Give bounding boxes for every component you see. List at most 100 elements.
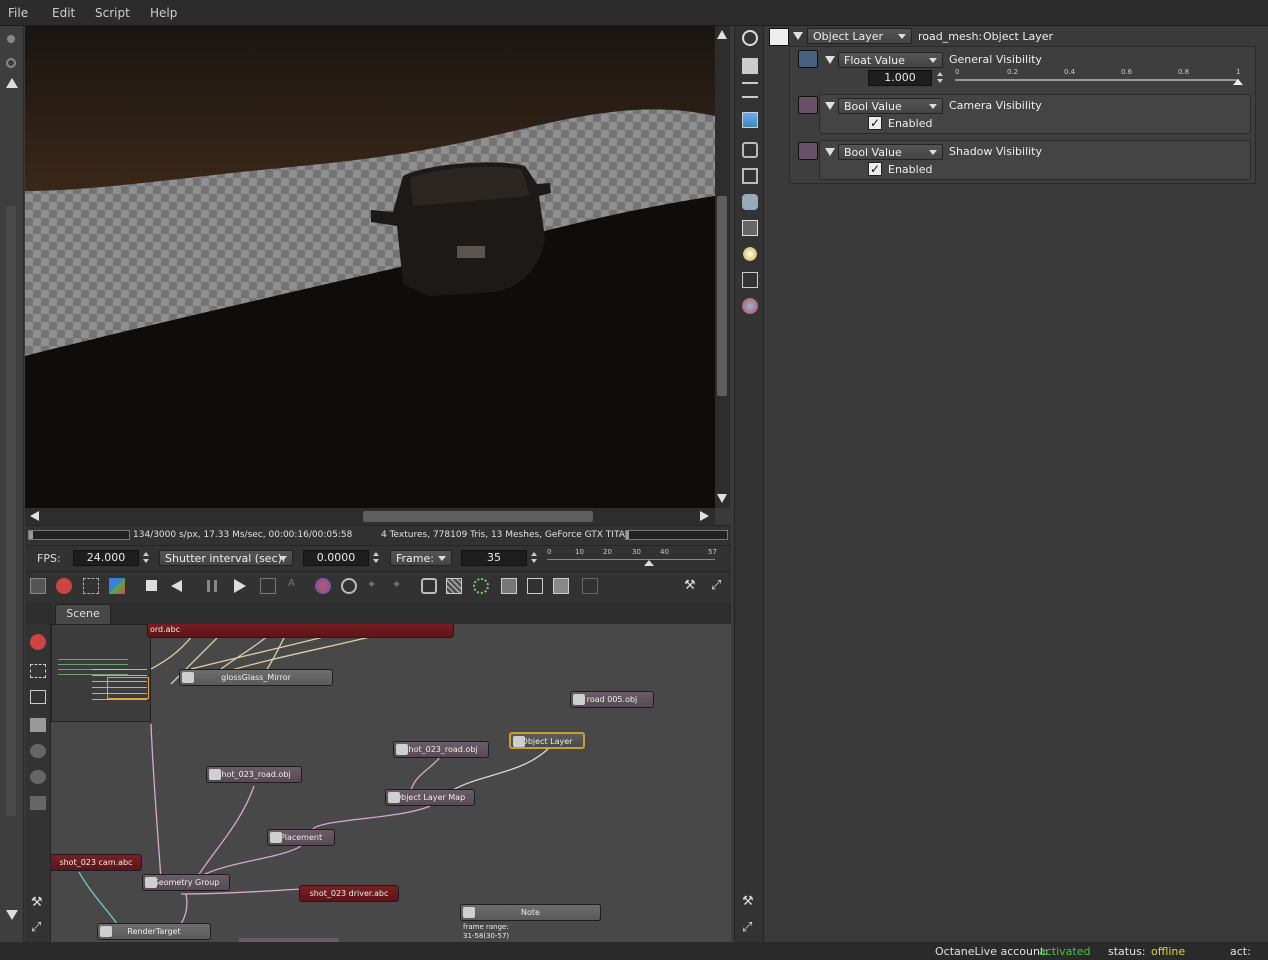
node-icon-2[interactable] (30, 770, 46, 784)
stack-icon[interactable] (742, 82, 758, 98)
region-icon[interactable] (83, 578, 99, 594)
color-picker-icon[interactable] (315, 578, 331, 594)
material-icon-side[interactable] (742, 298, 758, 314)
general-visibility-slider[interactable]: 0 0.2 0.4 0.6 0.8 1 (955, 68, 1243, 88)
shutter-interval-dropdown[interactable]: Shutter interval (sec): (159, 550, 293, 566)
cube-icon[interactable] (109, 578, 125, 594)
scroll-left-icon[interactable] (30, 511, 39, 521)
scroll-thumb[interactable] (717, 196, 727, 396)
picture-icon[interactable] (742, 220, 758, 236)
graph-minimap[interactable] (51, 624, 151, 722)
node-render-target[interactable]: RenderTarget (97, 923, 211, 940)
af-icon[interactable]: A (288, 578, 304, 594)
node-driver-abc[interactable]: shot_023 driver.abc (299, 885, 399, 902)
node-icon-3[interactable] (30, 796, 46, 810)
node-object-layer-map[interactable]: Object Layer Map (385, 789, 475, 806)
general-visibility-spinner-down-icon[interactable] (937, 79, 943, 83)
frame-input[interactable]: 35 (461, 550, 527, 566)
menu-script[interactable]: Script (95, 6, 130, 20)
param3-type-dropdown[interactable]: Bool Value (838, 144, 943, 160)
render-priority-icon[interactable] (473, 578, 489, 594)
monitor-icon[interactable] (260, 578, 276, 594)
fps-input[interactable]: 24.000 (73, 550, 139, 566)
left-scrollbar[interactable] (6, 206, 16, 816)
viewport-vertical-scrollbar[interactable] (715, 26, 730, 508)
cancel-render-icon[interactable] (56, 578, 72, 594)
transform-icon[interactable] (742, 272, 758, 288)
settings-grid-icon[interactable] (553, 578, 569, 594)
stop-icon[interactable] (146, 580, 157, 591)
shutter-value-input[interactable]: 0.0000 (303, 550, 369, 566)
lock-icon[interactable] (582, 578, 598, 594)
node-cam-abc[interactable]: shot_023 cam.abc (51, 854, 142, 871)
node-glossy-mirror[interactable]: glossGlass_Mirror (179, 669, 333, 686)
fps-spinner-icon[interactable] (143, 552, 149, 556)
menu-edit[interactable]: Edit (52, 6, 75, 20)
node-placement[interactable]: Placement (267, 829, 335, 846)
minimap-viewport[interactable] (107, 677, 149, 699)
fps-spinner-down-icon[interactable] (143, 559, 149, 563)
pin-icon[interactable] (7, 35, 15, 43)
scroll-down-icon[interactable] (717, 494, 727, 503)
restart-icon[interactable] (171, 580, 182, 592)
layers-icon[interactable] (742, 58, 758, 74)
image-icon[interactable] (742, 112, 758, 128)
general-visibility-spinner-icon[interactable] (937, 72, 943, 76)
scroll-up-icon[interactable] (717, 30, 727, 39)
rearrange-icon[interactable] (30, 664, 46, 678)
menu-help[interactable]: Help (150, 6, 177, 20)
slider-thumb[interactable] (1233, 79, 1243, 85)
scroll-down-arrow-icon[interactable] (6, 910, 18, 920)
param2-triangle-icon[interactable] (825, 102, 835, 110)
scroll-thumb-h[interactable] (363, 511, 593, 522)
copy-icon[interactable] (501, 578, 517, 594)
render-viewport[interactable] (25, 26, 715, 508)
scroll-right-icon[interactable] (700, 511, 709, 521)
shutter-spinner-down-icon[interactable] (373, 559, 379, 563)
pause-icon[interactable] (207, 580, 217, 592)
focus-picker-icon[interactable]: ✦ (367, 578, 383, 594)
wrench-icon[interactable]: ⚒ (684, 578, 700, 594)
alpha-channel-icon[interactable] (446, 578, 462, 594)
param1-triangle-icon[interactable] (825, 56, 835, 64)
export-icon[interactable] (527, 578, 543, 594)
param3-triangle-icon[interactable] (825, 148, 835, 156)
node-shot-road-2[interactable]: shot_023_road.obj (206, 766, 302, 783)
graph-wrench-icon[interactable]: ⚒ (31, 895, 43, 910)
node-icon-1[interactable] (30, 744, 46, 758)
node-ord-abc[interactable]: ord.abc (147, 624, 454, 638)
sun-icon[interactable] (742, 246, 758, 262)
menu-file[interactable]: File (8, 6, 28, 20)
param1-type-dropdown[interactable]: Float Value (838, 52, 943, 68)
node-graph[interactable]: ord.abc glossGlass_Mirror road 005.obj O… (51, 624, 731, 942)
frame-spinner-icon[interactable] (531, 552, 537, 556)
fit-icon[interactable] (30, 690, 46, 704)
play-icon[interactable] (234, 579, 246, 593)
delete-node-icon[interactable] (30, 634, 46, 650)
frame-slider[interactable]: 0 10 20 30 40 57 (547, 548, 719, 570)
inspector-wrench-icon[interactable]: ⚒ (742, 894, 758, 910)
frame-slider-thumb[interactable] (644, 560, 654, 566)
node-type-dropdown[interactable]: Object Layer (807, 28, 912, 44)
monitor-settings-icon[interactable] (742, 168, 758, 184)
node-road-005[interactable]: road 005.obj (570, 691, 654, 708)
shadow-visibility-checkbox[interactable]: ✓ (868, 162, 882, 176)
graph-fullscreen-icon[interactable]: ⤢ (31, 920, 41, 935)
frame-spinner-down-icon[interactable] (531, 559, 537, 563)
fullscreen-icon[interactable]: ⤢ (711, 578, 727, 594)
zoom-icon[interactable] (6, 58, 16, 68)
camera-icon[interactable] (742, 142, 758, 158)
white-balance-icon[interactable]: ✦ (392, 578, 408, 594)
camera-settings-icon[interactable] (742, 30, 758, 46)
tab-scene[interactable]: Scene (55, 604, 111, 624)
node-shot-road-1[interactable]: shot_023_road.obj (393, 741, 489, 758)
screenshot-icon[interactable] (30, 718, 46, 732)
param2-type-dropdown[interactable]: Bool Value (838, 98, 943, 114)
node-geometry-group[interactable]: Geometry Group (142, 874, 230, 891)
viewport-horizontal-scrollbar[interactable] (25, 508, 715, 525)
inspector-fullscreen-icon[interactable]: ⤢ (742, 920, 758, 936)
node-object-layer[interactable]: Object Layer (509, 732, 585, 749)
scroll-up-arrow-icon[interactable] (6, 78, 18, 88)
general-visibility-input[interactable]: 1.000 (868, 70, 932, 86)
save-render-icon[interactable] (30, 578, 46, 594)
